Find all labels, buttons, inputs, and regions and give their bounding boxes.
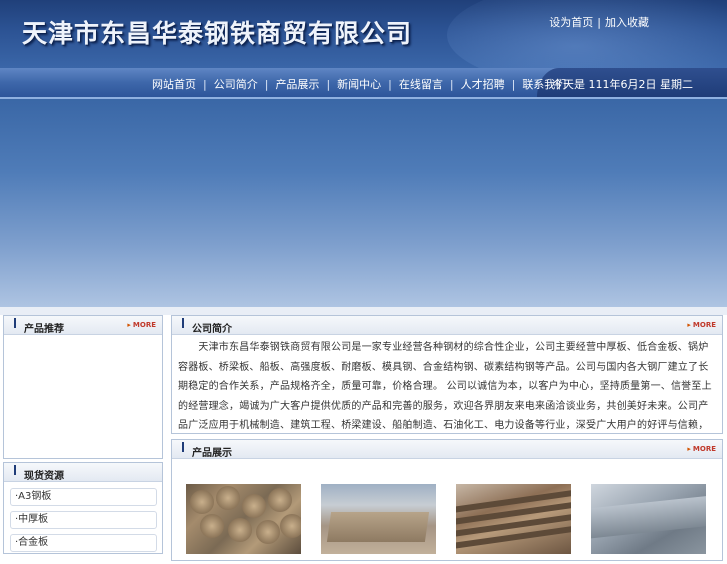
nav-jobs[interactable]: 人才招聘 — [461, 78, 505, 91]
arrow-right-icon: ▸ — [127, 321, 131, 329]
nav-separator: | — [511, 78, 516, 91]
nav-separator: | — [388, 78, 392, 91]
nav-about[interactable]: 公司简介 — [214, 78, 258, 91]
title-bar-marker — [182, 442, 184, 452]
list-item[interactable]: ·A3钢板 — [10, 488, 157, 506]
company-intro-panel: 公司简介 ▸ MORE 天津市东昌华泰钢铁商贸有限公司是一家专业经营各种钢材的综合… — [171, 315, 723, 490]
nav-separator: | — [264, 78, 269, 91]
list-item[interactable]: ·合金板 — [10, 534, 157, 552]
product-recommend-panel: 产品推荐 ▸ MORE — [3, 315, 163, 459]
hero-banner — [0, 99, 727, 307]
list-item[interactable]: ·中厚板 — [10, 511, 157, 529]
round-bars-image[interactable] — [186, 484, 301, 554]
header-swoosh-decoration — [447, 0, 727, 68]
nav-items: 网站首页 | 公司简介 | 产品展示 | 新闻中心 | 在线留言 | 人才招聘 | 联系我们 — [152, 76, 566, 92]
company-name-logo[interactable]: 天津市东昌华泰钢铁商贸有限公司 — [22, 14, 412, 50]
panel-header: 产品推荐 ▸ MORE — [4, 316, 162, 335]
top-links-separator: | — [597, 16, 601, 29]
product-showcase-panel: 产品展示 ▸ MORE — [171, 439, 723, 561]
nav-home[interactable]: 网站首页 — [152, 78, 196, 91]
panel-header: 公司简介 ▸ MORE — [172, 316, 722, 335]
panel-title: 产品展示 — [192, 448, 232, 459]
title-bar-marker — [14, 318, 16, 328]
nav-products[interactable]: 产品展示 — [275, 78, 319, 91]
steel-plates-image[interactable] — [456, 484, 571, 554]
main-nav: 网站首页 | 公司简介 | 产品展示 | 新闻中心 | 在线留言 | 人才招聘 | 联系我们 今天是 1… — [0, 68, 727, 99]
more-link[interactable]: ▸ MORE — [127, 321, 156, 329]
add-favorite-link[interactable]: 加入收藏 — [605, 16, 649, 29]
set-homepage-link[interactable]: 设为首页 — [549, 16, 593, 29]
more-link[interactable]: ▸ MORE — [687, 445, 716, 453]
nav-message[interactable]: 在线留言 — [399, 78, 443, 91]
banner-divider — [0, 307, 727, 315]
top-links: 设为首页 | 加入收藏 — [549, 14, 649, 30]
stock-list: ·A3钢板 ·中厚板 ·合金板 — [4, 482, 162, 552]
nav-news[interactable]: 新闻中心 — [337, 78, 381, 91]
panel-title: 产品推荐 — [24, 324, 64, 335]
nav-separator: | — [449, 78, 454, 91]
panel-header: 现货资源 — [4, 463, 162, 482]
steel-slab-image[interactable] — [321, 484, 436, 554]
stock-resources-panel: 现货资源 ·A3钢板 ·中厚板 ·合金板 — [3, 462, 163, 554]
product-gallery — [186, 484, 716, 564]
arrow-right-icon: ▸ — [687, 321, 691, 329]
nav-separator: | — [203, 78, 207, 91]
panel-title: 公司简介 — [192, 324, 232, 335]
panel-header: 产品展示 ▸ MORE — [172, 440, 722, 459]
arrow-right-icon: ▸ — [687, 445, 691, 453]
title-bar-marker — [182, 318, 184, 328]
site-header: 天津市东昌华泰钢铁商贸有限公司 设为首页 | 加入收藏 — [0, 0, 727, 68]
more-link[interactable]: ▸ MORE — [687, 321, 716, 329]
title-bar-marker — [14, 465, 16, 475]
panel-title: 现货资源 — [24, 471, 64, 482]
nav-separator: | — [326, 78, 331, 91]
date-display: 今天是 111年6月2日 星期二 — [552, 78, 693, 91]
steel-sheet-image[interactable] — [591, 484, 706, 554]
